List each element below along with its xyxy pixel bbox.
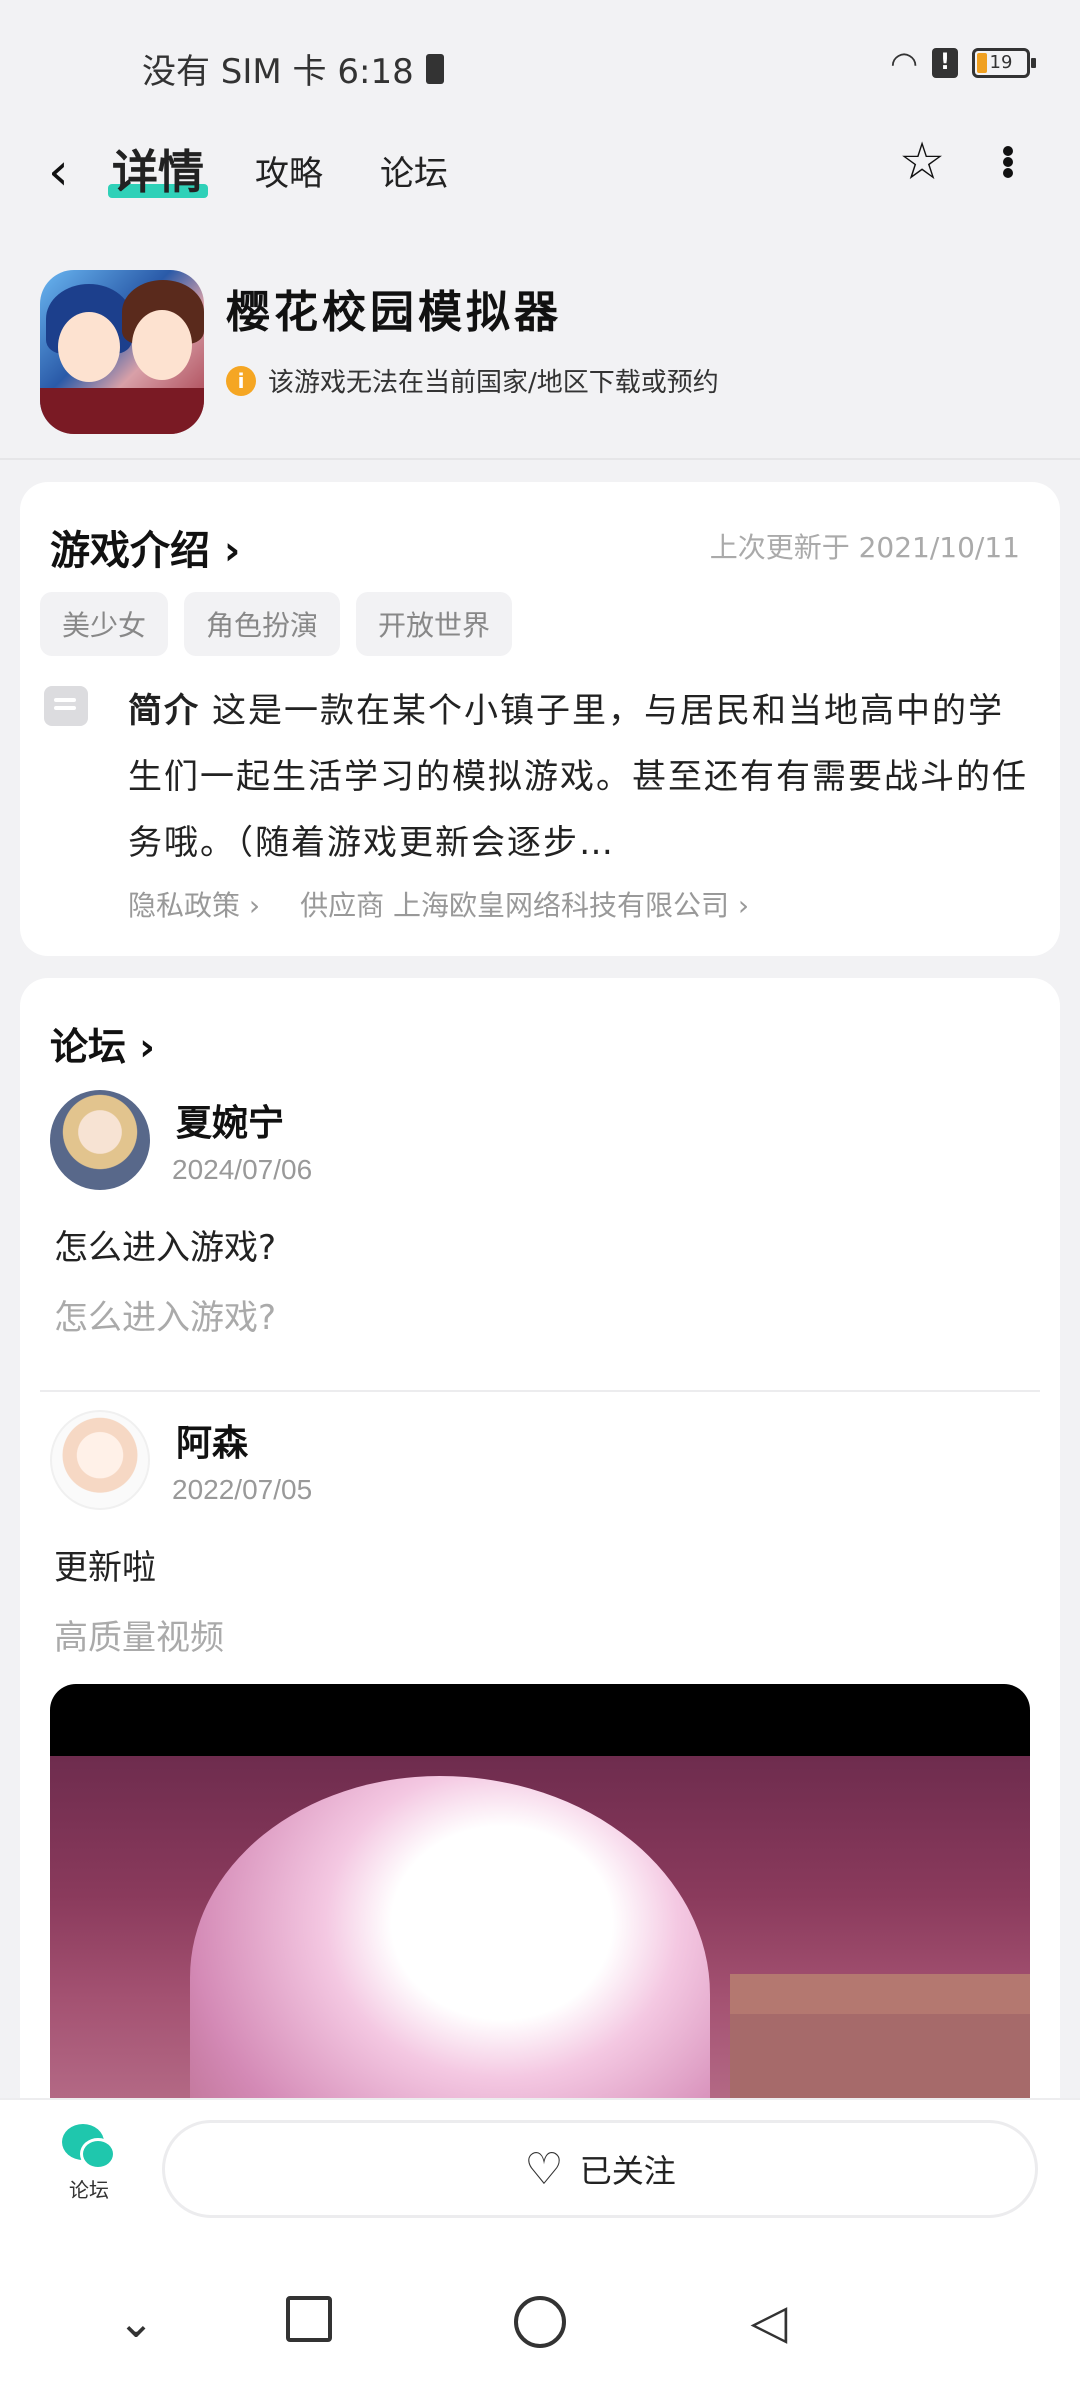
warning-text: 该游戏无法在当前国家/地区下载或预约 — [268, 368, 719, 398]
wifi-icon: ◠ — [890, 44, 918, 82]
app-header: 樱花校园模拟器 i 该游戏无法在当前国家/地区下载或预约 — [0, 270, 1080, 460]
post-title: 更新啦 — [54, 1548, 156, 1588]
video-player[interactable] — [50, 1684, 1030, 2104]
game-intro-title[interactable]: 游戏介绍 › — [50, 518, 240, 576]
chat-bubble-icon — [62, 2124, 116, 2170]
post-body: 高质量视频 — [54, 1618, 224, 1658]
tag-list: 美少女 角色扮演 开放世界 — [40, 592, 513, 656]
region-warning: i 该游戏无法在当前国家/地区下载或预约 — [226, 362, 719, 399]
follow-button[interactable]: ♡ 已关注 — [162, 2120, 1038, 2218]
back-triangle-icon[interactable]: ◁ — [744, 2294, 794, 2350]
post-date: 2024/07/06 — [172, 1154, 313, 1185]
more-icon[interactable] — [996, 138, 1020, 186]
favorite-star-icon[interactable]: ☆ — [894, 134, 950, 190]
battery-icon: 19 — [972, 48, 1036, 78]
battery-level: 19 — [989, 52, 1013, 73]
document-icon — [44, 686, 88, 726]
tab-forum[interactable]: 论坛 — [380, 146, 448, 195]
avatar[interactable] — [50, 1090, 150, 1190]
top-nav: ‹ 详情 攻略 论坛 ☆ — [0, 130, 1080, 210]
app-title: 樱花校园模拟器 — [226, 287, 562, 338]
avatar[interactable] — [50, 1410, 150, 1510]
info-icon: i — [226, 365, 256, 396]
back-icon[interactable]: ‹ — [48, 142, 69, 202]
tag[interactable]: 角色扮演 — [184, 592, 341, 656]
tab-details[interactable]: 详情 — [108, 136, 208, 202]
post-divider — [40, 1390, 1040, 1392]
heart-check-icon: ♡ — [524, 2143, 564, 2195]
provider-link[interactable]: 供应商 上海欧皇网络科技有限公司 › — [300, 884, 749, 924]
post-title: 怎么进入游戏? — [54, 1228, 277, 1268]
video-frame — [50, 1756, 1030, 2104]
post-body: 怎么进入游戏? — [54, 1298, 277, 1338]
home-icon[interactable] — [514, 2296, 566, 2348]
collapse-icon[interactable]: ⌄ — [110, 2296, 162, 2348]
tag[interactable]: 开放世界 — [356, 592, 513, 656]
forum-shortcut-button[interactable]: 论坛 — [56, 2124, 122, 2203]
bottom-action-bar: 论坛 ♡ 已关注 — [0, 2098, 1080, 2238]
post-author: 阿森 — [176, 1423, 249, 1464]
game-description[interactable]: 简介 这是一款在某个小镇子里，与居民和当地高中的学生们一起生活学习的模拟游戏。甚至… — [128, 678, 1028, 876]
status-left: 没有 SIM 卡 6:18 — [142, 44, 444, 93]
sim-card-icon — [425, 53, 444, 84]
system-nav-bar: ⌄ ◁ — [0, 2238, 1080, 2400]
tag[interactable]: 美少女 — [40, 592, 169, 656]
app-icon — [40, 270, 204, 434]
alert-icon: ! — [932, 48, 958, 78]
description-label: 简介 — [128, 691, 200, 731]
status-bar: 没有 SIM 卡 6:18 ◠ ! 19 — [0, 0, 1080, 130]
follow-label: 已关注 — [579, 2152, 676, 2190]
post-author: 夏婉宁 — [176, 1103, 285, 1144]
privacy-policy-link[interactable]: 隐私政策 › — [128, 884, 260, 924]
description-body: 这是一款在某个小镇子里，与居民和当地高中的学生们一起生活学习的模拟游戏。甚至还有… — [128, 691, 1028, 863]
policy-links: 隐私政策 › 供应商 上海欧皇网络科技有限公司 › — [128, 884, 749, 924]
post-date: 2022/07/05 — [172, 1474, 313, 1505]
last-updated: 上次更新于 2021/10/11 — [709, 531, 1020, 564]
tab-guide[interactable]: 攻略 — [255, 146, 323, 195]
forum-section-title[interactable]: 论坛 › — [50, 1016, 155, 1071]
forum-shortcut-label: 论坛 — [69, 2178, 109, 2202]
carrier-time: 没有 SIM 卡 6:18 — [142, 52, 414, 92]
game-intro-card: 游戏介绍 › 上次更新于 2021/10/11 美少女 角色扮演 开放世界 简介… — [20, 482, 1060, 956]
status-right: ◠ ! 19 — [890, 44, 1036, 82]
recents-icon[interactable] — [286, 2296, 332, 2342]
